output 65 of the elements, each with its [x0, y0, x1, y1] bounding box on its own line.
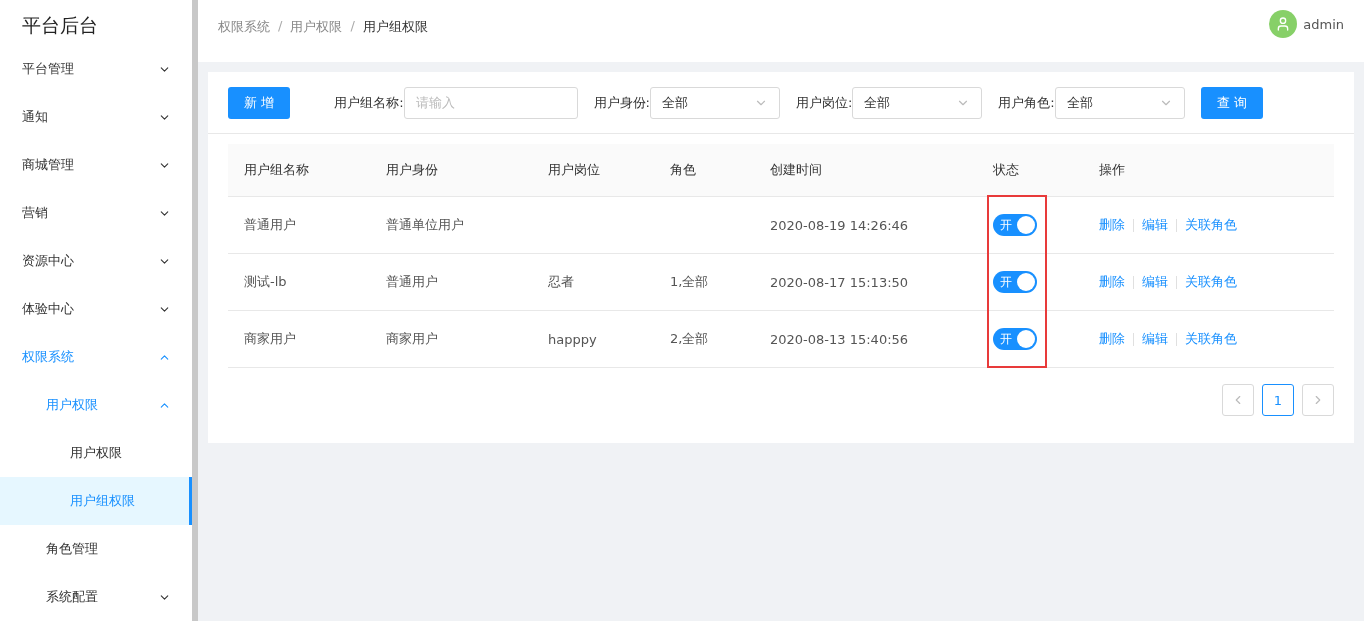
table-cell-text: 忍者 [547, 273, 575, 291]
table-cell-text: 普通单位用户 [385, 216, 465, 234]
action-link[interactable]: 关联角色 [1185, 216, 1237, 234]
column-header: 用户组名称 [243, 161, 310, 179]
breadcrumb-separator: / [350, 18, 355, 35]
column-header: 用户岗位 [547, 161, 601, 179]
breadcrumb-separator: / [278, 18, 283, 35]
filter-label: 用户角色: [998, 93, 1055, 112]
action-link[interactable]: 删除 [1099, 273, 1125, 291]
table-cell-text: 普通用户 [243, 216, 297, 234]
action-link[interactable]: 关联角色 [1185, 330, 1237, 348]
column-header: 角色 [669, 161, 697, 179]
breadcrumb-item[interactable]: 用户组权限 [362, 18, 428, 62]
table-cell-text: happpy [547, 331, 598, 347]
action-link[interactable]: 删除 [1099, 216, 1125, 234]
sidebar-item[interactable]: 系统配置 [0, 573, 192, 621]
table-cell-text: 2020-08-13 15:40:56 [769, 331, 910, 347]
action-link[interactable]: 编辑 [1142, 273, 1168, 291]
column-header: 创建时间 [769, 161, 823, 179]
status-switch[interactable]: 开 [993, 271, 1037, 293]
sidebar-item[interactable]: 通知 [0, 93, 192, 141]
sidebar-item[interactable]: 角色管理 [0, 525, 192, 573]
table-cell-text: 2,全部 [669, 330, 710, 348]
sidebar-item[interactable]: 用户组权限 [0, 477, 192, 525]
breadcrumb-item[interactable]: 用户权限 [290, 18, 343, 62]
sidebar-item[interactable]: 资源中心 [0, 237, 192, 285]
select-field[interactable]: 全部 [1054, 86, 1185, 119]
sidebar-item[interactable]: 权限系统 [0, 333, 192, 381]
avatar-icon[interactable] [1269, 10, 1298, 38]
status-switch[interactable]: 开 [993, 214, 1037, 236]
table-cell-text: 商家用户 [385, 330, 439, 348]
sidebar-item[interactable]: 体验中心 [0, 285, 192, 333]
breadcrumb-item[interactable]: 权限系统 [218, 18, 270, 62]
status-switch[interactable]: 开 [993, 328, 1037, 350]
search-button[interactable]: 查 询 [1200, 86, 1263, 119]
table-cell-text: 普通用户 [385, 273, 439, 291]
sidebar-item[interactable]: 营销 [0, 189, 192, 237]
action-link[interactable]: 删除 [1099, 330, 1125, 348]
column-header: 状态 [992, 161, 1020, 179]
app-title: 平台后台 [21, 13, 99, 38]
next-page-button[interactable] [1302, 384, 1334, 416]
table-cell-text: 2020-08-19 14:26:46 [769, 217, 910, 233]
select-field[interactable]: 全部 [649, 86, 780, 119]
action-link[interactable]: 关联角色 [1185, 273, 1237, 291]
select-field[interactable]: 全部 [852, 86, 983, 119]
page-button[interactable]: 1 [1262, 384, 1294, 416]
add-button[interactable]: 新 增 [228, 86, 291, 119]
sidebar-item[interactable]: 用户权限 [0, 429, 192, 477]
sidebar-item[interactable]: 平台管理 [0, 45, 192, 93]
user-name[interactable]: admin [1303, 16, 1344, 32]
column-header: 用户身份 [385, 161, 439, 179]
filter-label: 用户组名称: [334, 93, 404, 112]
sidebar-item[interactable]: 商城管理 [0, 141, 192, 189]
previous-page-button[interactable] [1222, 384, 1254, 416]
filter-label: 用户身份: [593, 93, 650, 112]
input-field[interactable]: 请输入 [403, 86, 578, 119]
table-cell-text: 商家用户 [243, 330, 297, 348]
table-cell-text: 测试-lb [243, 273, 288, 291]
table-cell-text: 1,全部 [669, 273, 710, 291]
table-cell-text: 2020-08-17 15:13:50 [769, 274, 910, 290]
action-link[interactable]: 编辑 [1142, 216, 1168, 234]
action-link[interactable]: 编辑 [1142, 330, 1168, 348]
sidebar-item[interactable]: 用户权限 [0, 381, 192, 429]
column-header: 操作 [1098, 161, 1126, 179]
filter-label: 用户岗位: [795, 93, 853, 112]
